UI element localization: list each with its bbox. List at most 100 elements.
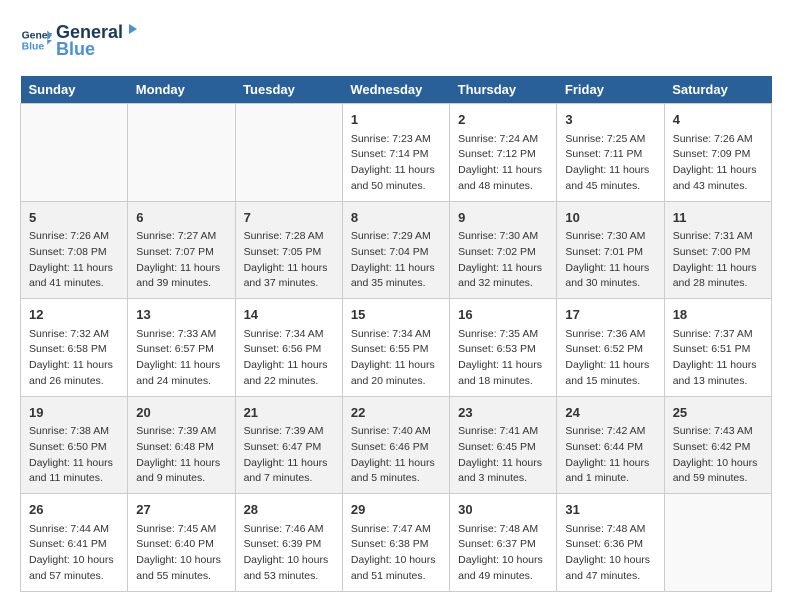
day-number: 2 xyxy=(458,110,548,130)
day-header: Monday xyxy=(128,76,235,104)
day-info: Sunrise: 7:35 AM Sunset: 6:53 PM Dayligh… xyxy=(458,327,548,390)
day-number: 21 xyxy=(244,403,334,423)
calendar-cell xyxy=(235,104,342,202)
calendar-cell: 14Sunrise: 7:34 AM Sunset: 6:56 PM Dayli… xyxy=(235,299,342,397)
calendar-week-row: 12Sunrise: 7:32 AM Sunset: 6:58 PM Dayli… xyxy=(21,299,772,397)
day-info: Sunrise: 7:30 AM Sunset: 7:01 PM Dayligh… xyxy=(565,229,655,292)
calendar-cell: 22Sunrise: 7:40 AM Sunset: 6:46 PM Dayli… xyxy=(342,396,449,494)
calendar-cell: 6Sunrise: 7:27 AM Sunset: 7:07 PM Daylig… xyxy=(128,201,235,299)
calendar-cell: 15Sunrise: 7:34 AM Sunset: 6:55 PM Dayli… xyxy=(342,299,449,397)
day-info: Sunrise: 7:47 AM Sunset: 6:38 PM Dayligh… xyxy=(351,522,441,585)
day-number: 13 xyxy=(136,305,226,325)
day-info: Sunrise: 7:25 AM Sunset: 7:11 PM Dayligh… xyxy=(565,132,655,195)
calendar-cell: 9Sunrise: 7:30 AM Sunset: 7:02 PM Daylig… xyxy=(450,201,557,299)
day-number: 5 xyxy=(29,208,119,228)
page-header: General Blue General Blue xyxy=(20,20,772,60)
calendar-cell: 30Sunrise: 7:48 AM Sunset: 6:37 PM Dayli… xyxy=(450,494,557,592)
day-header: Sunday xyxy=(21,76,128,104)
calendar-cell: 2Sunrise: 7:24 AM Sunset: 7:12 PM Daylig… xyxy=(450,104,557,202)
calendar-cell: 19Sunrise: 7:38 AM Sunset: 6:50 PM Dayli… xyxy=(21,396,128,494)
calendar-cell: 13Sunrise: 7:33 AM Sunset: 6:57 PM Dayli… xyxy=(128,299,235,397)
calendar-cell: 18Sunrise: 7:37 AM Sunset: 6:51 PM Dayli… xyxy=(664,299,771,397)
day-number: 17 xyxy=(565,305,655,325)
calendar-header-row: SundayMondayTuesdayWednesdayThursdayFrid… xyxy=(21,76,772,104)
day-header: Friday xyxy=(557,76,664,104)
calendar-cell: 23Sunrise: 7:41 AM Sunset: 6:45 PM Dayli… xyxy=(450,396,557,494)
day-info: Sunrise: 7:36 AM Sunset: 6:52 PM Dayligh… xyxy=(565,327,655,390)
day-number: 7 xyxy=(244,208,334,228)
day-info: Sunrise: 7:34 AM Sunset: 6:56 PM Dayligh… xyxy=(244,327,334,390)
day-info: Sunrise: 7:29 AM Sunset: 7:04 PM Dayligh… xyxy=(351,229,441,292)
day-info: Sunrise: 7:42 AM Sunset: 6:44 PM Dayligh… xyxy=(565,424,655,487)
logo: General Blue General Blue xyxy=(20,20,141,60)
calendar-week-row: 1Sunrise: 7:23 AM Sunset: 7:14 PM Daylig… xyxy=(21,104,772,202)
calendar-cell: 3Sunrise: 7:25 AM Sunset: 7:11 PM Daylig… xyxy=(557,104,664,202)
day-info: Sunrise: 7:39 AM Sunset: 6:47 PM Dayligh… xyxy=(244,424,334,487)
calendar-cell: 10Sunrise: 7:30 AM Sunset: 7:01 PM Dayli… xyxy=(557,201,664,299)
day-header: Wednesday xyxy=(342,76,449,104)
day-number: 31 xyxy=(565,500,655,520)
day-info: Sunrise: 7:24 AM Sunset: 7:12 PM Dayligh… xyxy=(458,132,548,195)
day-info: Sunrise: 7:26 AM Sunset: 7:08 PM Dayligh… xyxy=(29,229,119,292)
calendar-table: SundayMondayTuesdayWednesdayThursdayFrid… xyxy=(20,76,772,592)
day-number: 26 xyxy=(29,500,119,520)
day-number: 23 xyxy=(458,403,548,423)
day-info: Sunrise: 7:32 AM Sunset: 6:58 PM Dayligh… xyxy=(29,327,119,390)
day-number: 25 xyxy=(673,403,763,423)
day-number: 12 xyxy=(29,305,119,325)
day-number: 28 xyxy=(244,500,334,520)
day-number: 22 xyxy=(351,403,441,423)
day-info: Sunrise: 7:48 AM Sunset: 6:36 PM Dayligh… xyxy=(565,522,655,585)
day-info: Sunrise: 7:46 AM Sunset: 6:39 PM Dayligh… xyxy=(244,522,334,585)
calendar-week-row: 5Sunrise: 7:26 AM Sunset: 7:08 PM Daylig… xyxy=(21,201,772,299)
day-info: Sunrise: 7:41 AM Sunset: 6:45 PM Dayligh… xyxy=(458,424,548,487)
day-info: Sunrise: 7:39 AM Sunset: 6:48 PM Dayligh… xyxy=(136,424,226,487)
day-number: 30 xyxy=(458,500,548,520)
day-number: 24 xyxy=(565,403,655,423)
day-number: 10 xyxy=(565,208,655,228)
day-info: Sunrise: 7:34 AM Sunset: 6:55 PM Dayligh… xyxy=(351,327,441,390)
calendar-cell: 20Sunrise: 7:39 AM Sunset: 6:48 PM Dayli… xyxy=(128,396,235,494)
calendar-cell: 8Sunrise: 7:29 AM Sunset: 7:04 PM Daylig… xyxy=(342,201,449,299)
calendar-cell xyxy=(128,104,235,202)
day-header: Saturday xyxy=(664,76,771,104)
day-info: Sunrise: 7:37 AM Sunset: 6:51 PM Dayligh… xyxy=(673,327,763,390)
day-info: Sunrise: 7:31 AM Sunset: 7:00 PM Dayligh… xyxy=(673,229,763,292)
calendar-week-row: 26Sunrise: 7:44 AM Sunset: 6:41 PM Dayli… xyxy=(21,494,772,592)
calendar-cell: 24Sunrise: 7:42 AM Sunset: 6:44 PM Dayli… xyxy=(557,396,664,494)
day-number: 9 xyxy=(458,208,548,228)
day-number: 4 xyxy=(673,110,763,130)
day-number: 29 xyxy=(351,500,441,520)
calendar-cell: 31Sunrise: 7:48 AM Sunset: 6:36 PM Dayli… xyxy=(557,494,664,592)
day-number: 14 xyxy=(244,305,334,325)
calendar-cell: 1Sunrise: 7:23 AM Sunset: 7:14 PM Daylig… xyxy=(342,104,449,202)
calendar-body: 1Sunrise: 7:23 AM Sunset: 7:14 PM Daylig… xyxy=(21,104,772,592)
calendar-week-row: 19Sunrise: 7:38 AM Sunset: 6:50 PM Dayli… xyxy=(21,396,772,494)
day-info: Sunrise: 7:23 AM Sunset: 7:14 PM Dayligh… xyxy=(351,132,441,195)
calendar-cell: 11Sunrise: 7:31 AM Sunset: 7:00 PM Dayli… xyxy=(664,201,771,299)
calendar-cell xyxy=(21,104,128,202)
day-info: Sunrise: 7:28 AM Sunset: 7:05 PM Dayligh… xyxy=(244,229,334,292)
day-info: Sunrise: 7:33 AM Sunset: 6:57 PM Dayligh… xyxy=(136,327,226,390)
calendar-cell: 12Sunrise: 7:32 AM Sunset: 6:58 PM Dayli… xyxy=(21,299,128,397)
day-number: 11 xyxy=(673,208,763,228)
day-number: 20 xyxy=(136,403,226,423)
calendar-cell: 29Sunrise: 7:47 AM Sunset: 6:38 PM Dayli… xyxy=(342,494,449,592)
day-number: 18 xyxy=(673,305,763,325)
day-number: 1 xyxy=(351,110,441,130)
day-info: Sunrise: 7:45 AM Sunset: 6:40 PM Dayligh… xyxy=(136,522,226,585)
day-number: 16 xyxy=(458,305,548,325)
calendar-cell: 28Sunrise: 7:46 AM Sunset: 6:39 PM Dayli… xyxy=(235,494,342,592)
calendar-cell: 4Sunrise: 7:26 AM Sunset: 7:09 PM Daylig… xyxy=(664,104,771,202)
logo-icon: General Blue xyxy=(20,24,52,56)
day-number: 15 xyxy=(351,305,441,325)
day-info: Sunrise: 7:26 AM Sunset: 7:09 PM Dayligh… xyxy=(673,132,763,195)
day-number: 3 xyxy=(565,110,655,130)
day-number: 27 xyxy=(136,500,226,520)
logo-arrow-icon xyxy=(123,20,141,38)
day-header: Thursday xyxy=(450,76,557,104)
svg-text:Blue: Blue xyxy=(22,42,45,53)
day-header: Tuesday xyxy=(235,76,342,104)
calendar-cell: 27Sunrise: 7:45 AM Sunset: 6:40 PM Dayli… xyxy=(128,494,235,592)
calendar-cell xyxy=(664,494,771,592)
